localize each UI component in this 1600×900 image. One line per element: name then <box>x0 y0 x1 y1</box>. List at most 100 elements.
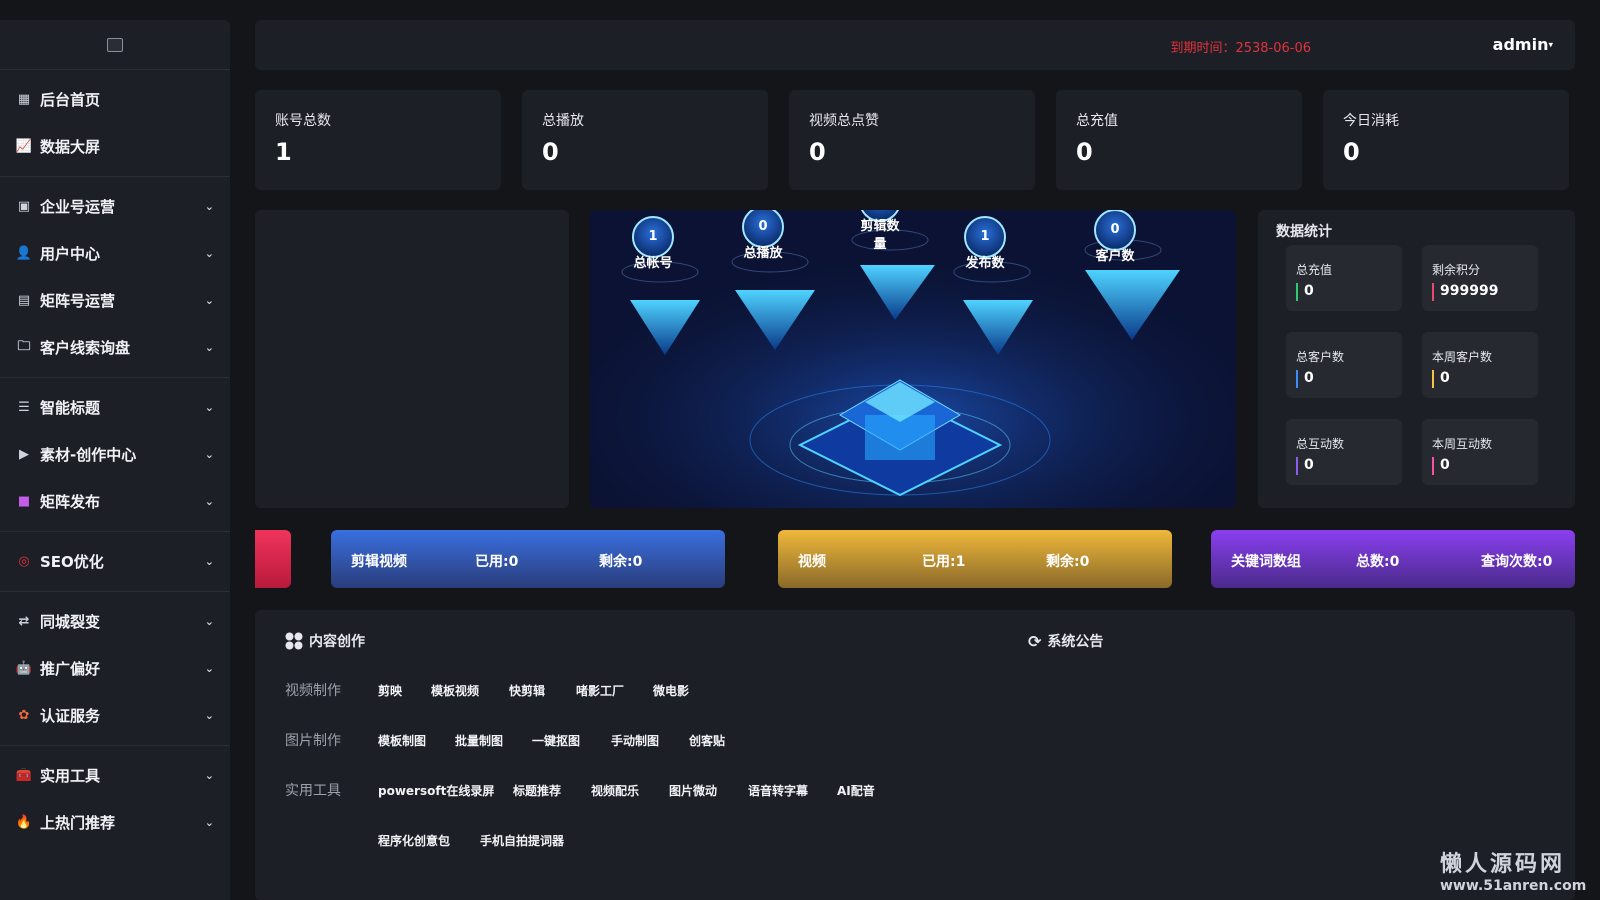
sidebar-item-label: 上热门推荐 <box>40 814 116 832</box>
tool-link[interactable]: 手机自拍提词器 <box>480 832 564 849</box>
orb-value: 1 <box>980 229 990 244</box>
tool-link[interactable]: 视频配乐 <box>591 782 639 799</box>
banner-edit-video[interactable]: 剪辑视频 已用:0 剩余:0 <box>331 530 725 588</box>
row-label-image: 图片制作 <box>285 733 341 749</box>
stat-card-likes: 视频总点赞 0 <box>789 90 1035 190</box>
exchange-icon: ⇄ <box>18 614 30 629</box>
orb-value: 0 <box>1110 222 1120 237</box>
banner-keywords[interactable]: 关键词数组 总数:0 查询次数:0 <box>1211 530 1575 588</box>
nav-group-4: ◎ SEO优化 ⌄ <box>0 532 230 592</box>
stat-card-plays: 总播放 0 <box>522 90 768 190</box>
accent-bar <box>1432 370 1434 388</box>
sidebar-item-matrix-ops[interactable]: ▤ 矩阵号运营 ⌄ <box>0 277 230 324</box>
sidebar-item-label: 用户中心 <box>40 245 101 263</box>
watermark-line1: 懒人源码网 <box>1440 852 1566 877</box>
top-header: 到期时间：2538-06-06 admin▾ <box>255 20 1575 70</box>
tool-link[interactable]: AI配音 <box>837 782 875 799</box>
sidebar-item-cert[interactable]: ✿ 认证服务 ⌄ <box>0 692 230 739</box>
tool-link[interactable]: 语音转字幕 <box>748 782 808 799</box>
tool-link[interactable]: powersoft在线录屏 <box>378 782 494 799</box>
sidebar-item-promo-pref[interactable]: 🤖 推广偏好 ⌄ <box>0 645 230 692</box>
sidebar-item-label: 同城裂变 <box>40 613 101 631</box>
tool-link[interactable]: 微电影 <box>653 682 689 699</box>
notice-title-text: 系统公告 <box>1047 634 1104 650</box>
banner-name: 关键词数组 <box>1231 554 1301 570</box>
tool-link[interactable]: 模板视频 <box>431 682 479 699</box>
id-card-icon: ▤ <box>17 293 31 308</box>
mini-value: 0 <box>1304 457 1314 473</box>
expire-time: 到期时间：2538-06-06 <box>1170 41 1311 56</box>
sidebar-item-seo[interactable]: ◎ SEO优化 ⌄ <box>0 538 230 585</box>
banner-used: 已用:0 <box>475 554 519 570</box>
tool-link[interactable]: 批量制图 <box>455 732 503 749</box>
mini-value: 0 <box>1440 370 1450 386</box>
stat-value: 0 <box>1343 138 1360 166</box>
accent-bar <box>1296 457 1298 475</box>
data-visual-panel: 1 总帐号 0 总播放 0 剪辑数量 1 发布数 0 客户数 <box>590 210 1236 508</box>
stat-value: 0 <box>542 138 559 166</box>
tool-link[interactable]: 啫影工厂 <box>576 682 624 699</box>
tool-link[interactable]: 标题推荐 <box>513 782 561 799</box>
accent-bar <box>1296 283 1298 301</box>
notice-title[interactable]: ⟳ 系统公告 <box>1028 631 1103 651</box>
orb-value: 0 <box>758 219 768 234</box>
stat-title: 总充值 <box>1076 113 1118 129</box>
user-menu[interactable]: admin▾ <box>1493 35 1553 54</box>
banner-name: 剪辑视频 <box>351 554 407 570</box>
sidebar-item-tools[interactable]: 🧰 实用工具 ⌄ <box>0 752 230 799</box>
sidebar-item-data-screen[interactable]: 📈 数据大屏 <box>0 123 230 170</box>
tool-link[interactable]: 创客贴 <box>689 732 725 749</box>
nav-group-3: ☰ 智能标题 ⌄ ▶ 素材-创作中心 ⌄ ■ 矩阵发布 ⌄ <box>0 378 230 532</box>
toolbox-icon: 🧰 <box>15 768 33 783</box>
building-icon: ▣ <box>17 199 31 214</box>
tool-link[interactable]: 快剪辑 <box>509 682 545 699</box>
sidebar-item-label: 矩阵发布 <box>40 493 101 511</box>
broken-image-icon <box>107 37 123 52</box>
film-icon: ▶ <box>19 447 29 462</box>
sidebar-item-label: 实用工具 <box>40 767 101 785</box>
content-title-text: 内容创作 <box>309 634 365 650</box>
tool-link[interactable]: 图片微动 <box>669 782 717 799</box>
tool-link[interactable]: 手动制图 <box>611 732 659 749</box>
sidebar-item-leads[interactable]: 🗀 客户线索询盘 ⌄ <box>0 324 230 371</box>
row-label-tools: 实用工具 <box>285 783 341 799</box>
chevron-down-icon: ⌄ <box>204 495 214 508</box>
gear-icon: ✿ <box>18 708 30 723</box>
stat-card-recharge: 总充值 0 <box>1056 90 1302 190</box>
sidebar-item-matrix-publish[interactable]: ■ 矩阵发布 ⌄ <box>0 478 230 525</box>
tool-link[interactable]: 模板制图 <box>378 732 426 749</box>
tool-link[interactable]: 剪映 <box>378 682 402 699</box>
sidebar-item-hot[interactable]: 🔥 上热门推荐 ⌄ <box>0 799 230 846</box>
chevron-down-icon: ⌄ <box>204 448 214 461</box>
grid-icon: ▦ <box>17 92 31 107</box>
sidebar-item-user-center[interactable]: 👤 用户中心 ⌄ <box>0 230 230 277</box>
sidebar-item-material[interactable]: ▶ 素材-创作中心 ⌄ <box>0 431 230 478</box>
stat-title: 账号总数 <box>275 113 331 129</box>
data-stats-panel: 数据统计 总充值 0 剩余积分 999999 总客户数 0 本周客户数 0 总互… <box>1258 210 1575 508</box>
mini-label: 总客户数 <box>1296 350 1345 364</box>
chevron-down-icon: ⌄ <box>204 401 214 414</box>
chevron-down-icon: ⌄ <box>204 662 214 675</box>
sidebar-item-label: 企业号运营 <box>40 198 116 216</box>
banner-video[interactable]: 视频 已用:1 剩余:0 <box>778 530 1172 588</box>
sidebar-item-label: 数据大屏 <box>40 138 101 156</box>
sidebar-item-home[interactable]: ▦ 后台首页 <box>0 76 230 123</box>
stat-mini-week-customers: 本周客户数 0 <box>1422 332 1538 398</box>
sidebar-item-city-fission[interactable]: ⇄ 同城裂变 ⌄ <box>0 598 230 645</box>
sidebar-item-label: 推广偏好 <box>40 660 101 678</box>
nav-group-5: ⇄ 同城裂变 ⌄ 🤖 推广偏好 ⌄ ✿ 认证服务 ⌄ <box>0 592 230 746</box>
sidebar-item-smart-title[interactable]: ☰ 智能标题 ⌄ <box>0 384 230 431</box>
tool-link[interactable]: 一键抠图 <box>532 732 580 749</box>
chevron-down-icon: ⌄ <box>204 200 214 213</box>
stat-mini-total-interactions: 总互动数 0 <box>1286 419 1402 485</box>
orb-label: 总播放 <box>743 246 783 261</box>
sidebar-item-label: 认证服务 <box>40 707 101 725</box>
tool-link[interactable]: 程序化创意包 <box>378 832 450 849</box>
robot-icon: 🤖 <box>15 661 33 676</box>
accent-bar <box>1432 283 1434 301</box>
sidebar: ▦ 后台首页 📈 数据大屏 ▣ 企业号运营 ⌄ 👤 用户中心 ⌄ ▤ 矩阵号运营… <box>0 20 230 900</box>
chevron-down-icon: ⌄ <box>204 247 214 260</box>
logo[interactable] <box>0 20 230 70</box>
sidebar-item-enterprise[interactable]: ▣ 企业号运营 ⌄ <box>0 183 230 230</box>
orb-label: 总帐号 <box>633 256 673 271</box>
